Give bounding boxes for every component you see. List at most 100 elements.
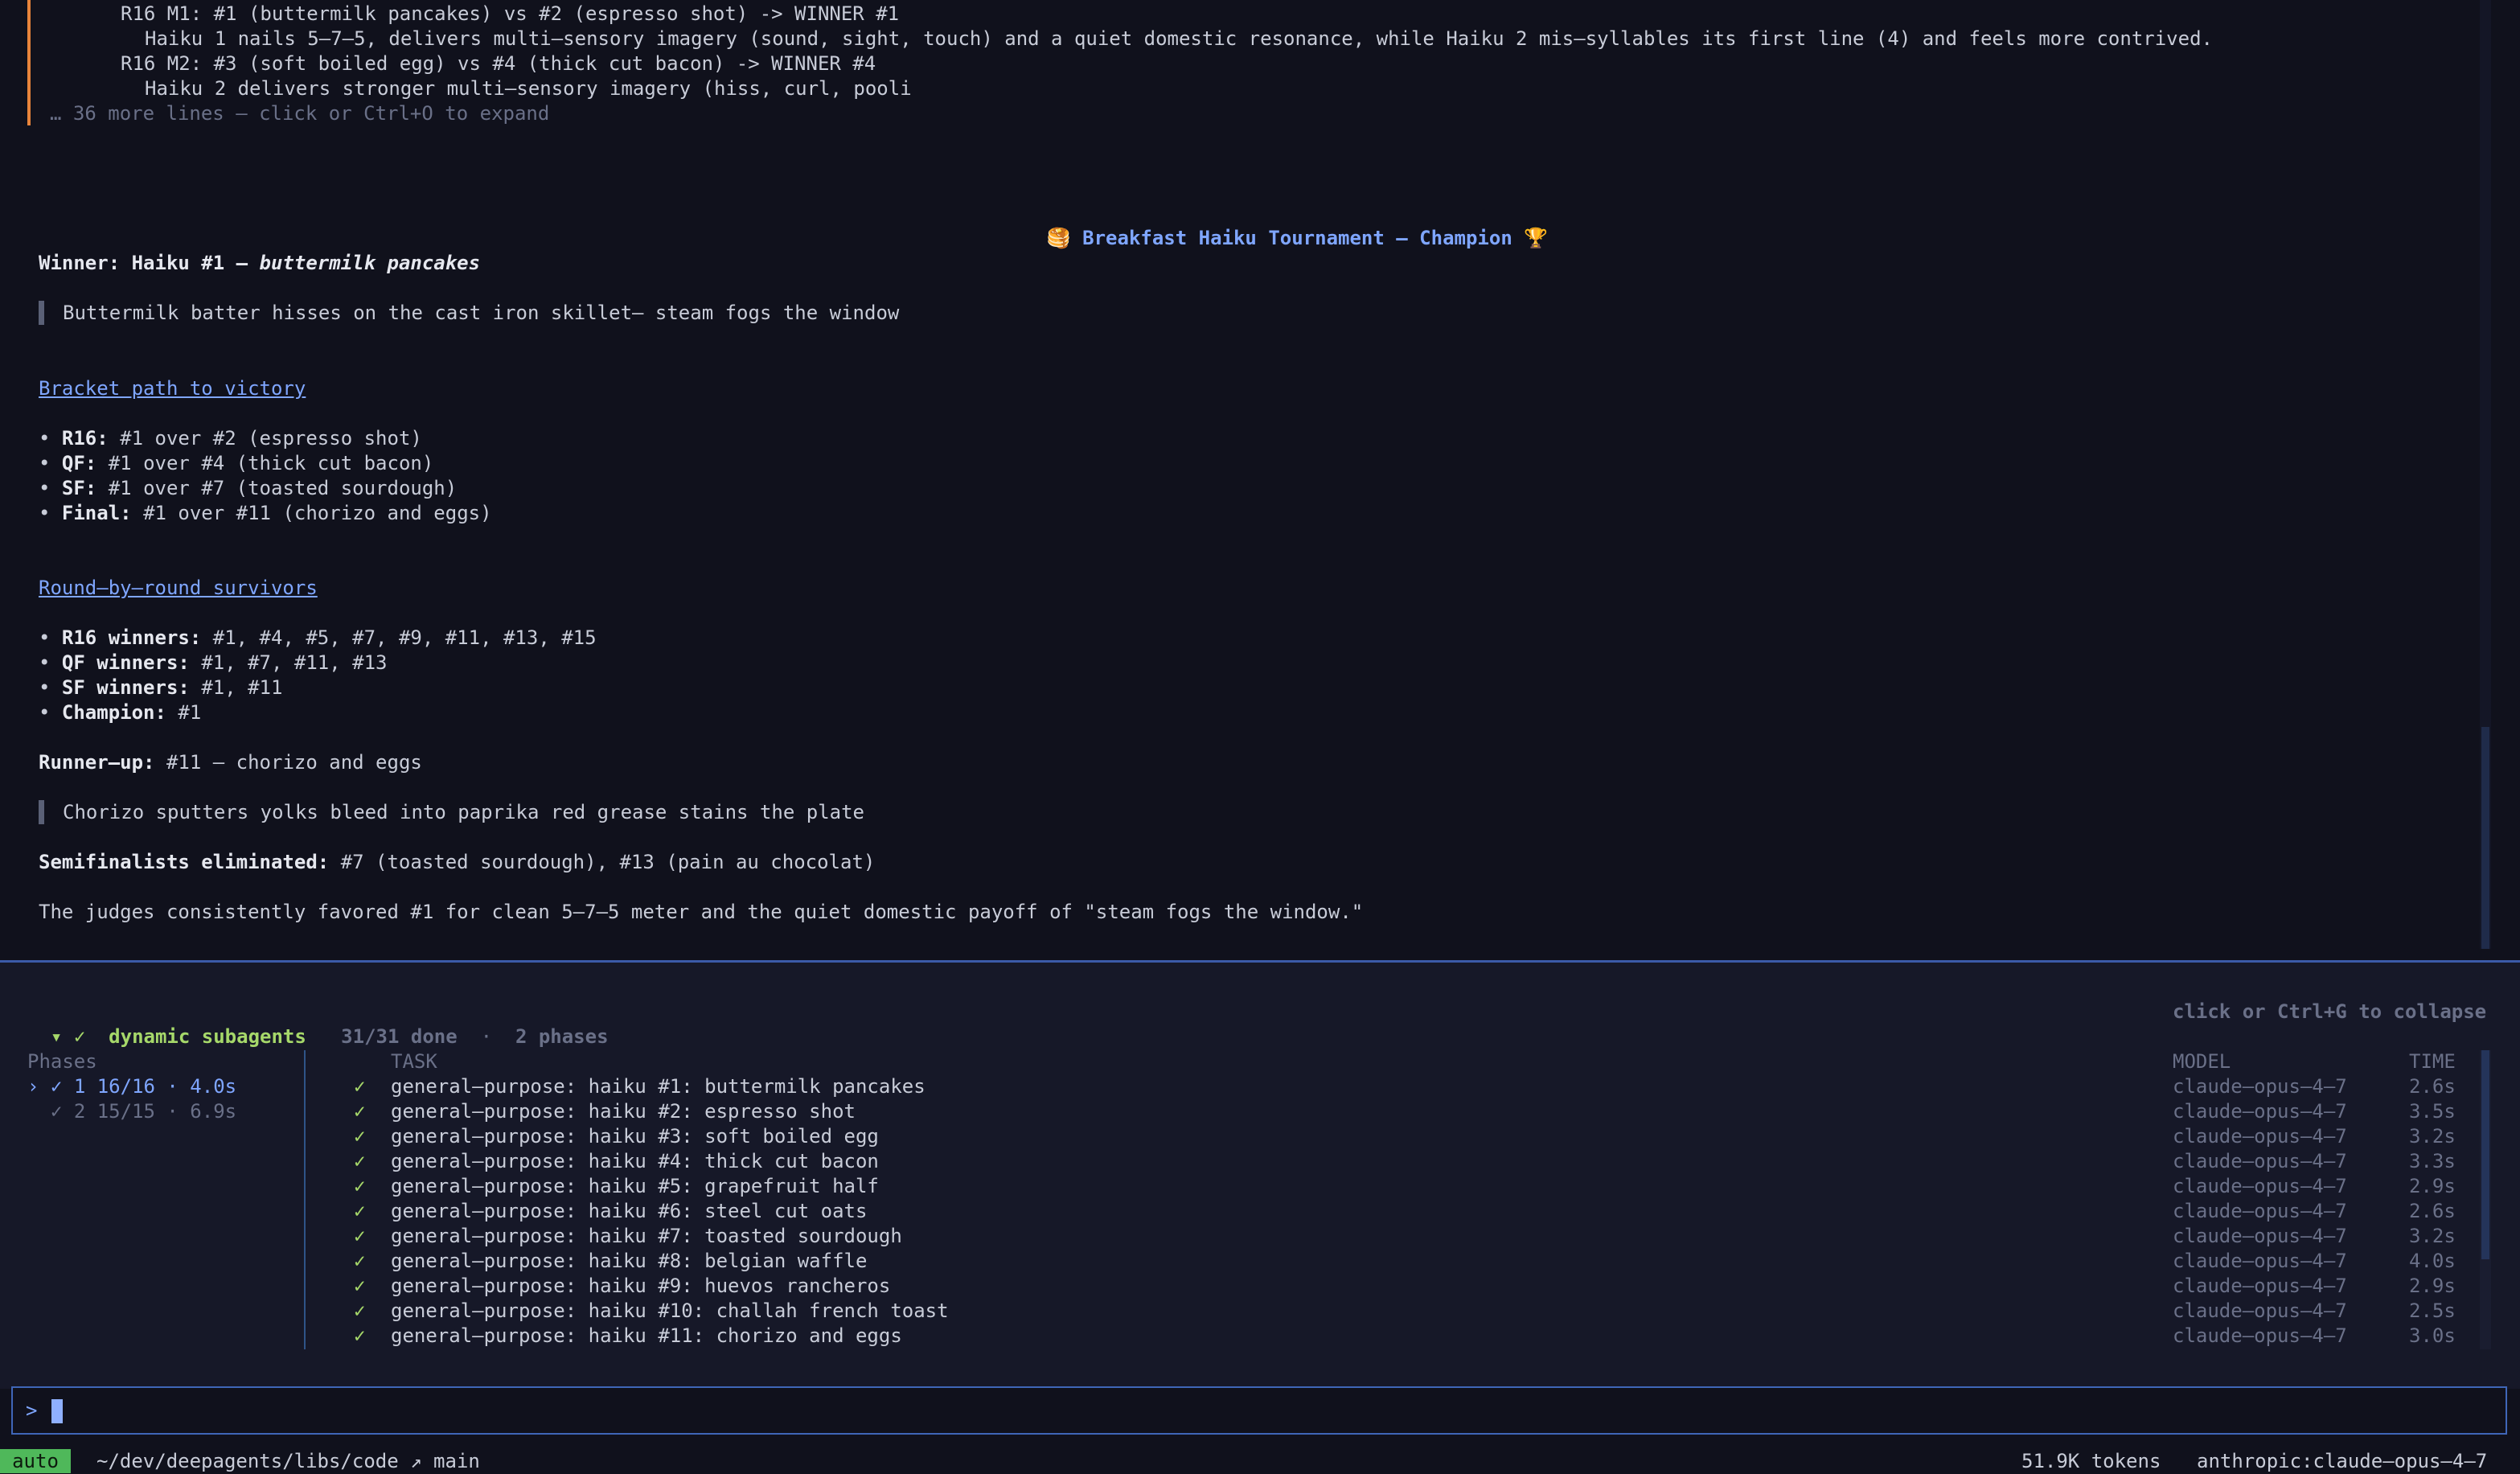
header-separator: · (480, 1025, 493, 1048)
check-icon: ✓ (354, 1225, 366, 1247)
task-name: general–purpose: haiku #7: toasted sourd… (391, 1225, 902, 1247)
task-time: 3.3s (2409, 1150, 2456, 1172)
task-time: 2.9s (2409, 1275, 2456, 1297)
winner-line: Winner: Haiku #1 — buttermilk pancakes (39, 251, 480, 276)
token-count: 51.9K tokens (2021, 1450, 2161, 1472)
task-name: general–purpose: haiku #10: challah fren… (391, 1300, 949, 1322)
text-cursor (51, 1399, 63, 1423)
task-model: claude–opus–4–7 (2173, 1200, 2347, 1222)
task-name: general–purpose: haiku #3: soft boiled e… (391, 1125, 879, 1148)
task-name: general–purpose: haiku #2: espresso shot (391, 1100, 856, 1123)
check-icon: ✓ (354, 1100, 366, 1123)
judge-line-1: R16 M1: #1 (buttermilk pancakes) vs #2 (… (121, 2, 900, 25)
panel-header[interactable]: ▾ ✓ dynamic subagents 31/31 done · 2 pha… (27, 1000, 609, 1049)
survivor-item: • Champion: #1 (39, 701, 202, 724)
task-model: claude–opus–4–7 (2173, 1250, 2347, 1272)
task-time: 4.0s (2409, 1250, 2456, 1272)
check-icon: ✓ (354, 1150, 366, 1172)
runner-up-haiku: Chorizo sputters yolks bleed into paprik… (63, 801, 864, 823)
task-time: 3.0s (2409, 1324, 2456, 1347)
column-header-task: TASK (391, 1050, 437, 1073)
task-name: general–purpose: haiku #8: belgian waffl… (391, 1250, 868, 1272)
transcript-scrollbar-thumb[interactable] (2481, 727, 2489, 949)
phases-heading: Phases (27, 1050, 97, 1073)
branch-icon: ↗ (410, 1450, 422, 1472)
column-header-model: MODEL (2173, 1050, 2231, 1073)
working-directory: ~/dev/deepagents/libs/code ↗ main (96, 1450, 480, 1472)
task-model: claude–opus–4–7 (2173, 1275, 2347, 1297)
semifinalists-line: Semifinalists eliminated: #7 (toasted so… (39, 851, 876, 873)
done-count: 31/31 done (341, 1025, 458, 1048)
transcript-pane[interactable]: R16 M1: #1 (buttermilk pancakes) vs #2 (… (0, 0, 2485, 949)
task-name: general–purpose: haiku #1: buttermilk pa… (391, 1075, 926, 1098)
selected-chevron-icon: › (27, 1075, 39, 1098)
judge-line-3: R16 M2: #3 (soft boiled egg) vs #4 (thic… (121, 52, 876, 75)
panel-title: dynamic subagents (109, 1025, 306, 1048)
survivor-item: • QF winners: #1, #7, #11, #13 (39, 651, 388, 674)
task-model: claude–opus–4–7 (2173, 1225, 2347, 1247)
winner-label: Winner: Haiku #1 — (39, 252, 248, 274)
winner-name: buttermilk pancakes (259, 252, 481, 274)
task-model: claude–opus–4–7 (2173, 1300, 2347, 1322)
judge-line-4: Haiku 2 delivers stronger multi–sensory … (145, 77, 912, 100)
expand-hint[interactable]: … 36 more lines — click or Ctrl+O to exp… (50, 101, 549, 126)
task-name: general–purpose: haiku #9: huevos ranche… (391, 1275, 891, 1297)
panel-scrollbar-thumb[interactable] (2481, 1050, 2489, 1259)
tool-output-bar (27, 0, 31, 125)
task-time: 2.9s (2409, 1175, 2456, 1197)
check-icon: ✓ (354, 1275, 366, 1297)
title-text: Breakfast Haiku Tournament — Champion (1082, 227, 1512, 249)
task-time: 3.2s (2409, 1225, 2456, 1247)
task-time: 2.6s (2409, 1075, 2456, 1098)
bracket-heading[interactable]: Bracket path to victory (39, 376, 306, 401)
winner-haiku: Buttermilk batter hisses on the cast iro… (63, 302, 900, 324)
bracket-item: • Final: #1 over #11 (chorizo and eggs) (39, 502, 492, 524)
phase-divider (304, 1050, 306, 1349)
check-icon: ✓ (354, 1200, 366, 1222)
survivors-heading[interactable]: Round–by–round survivors (39, 576, 318, 601)
champion-title: 🥞 Breakfast Haiku Tournament — Champion … (1000, 201, 1548, 276)
check-icon: ✓ (354, 1175, 366, 1197)
done-check-icon: ✓ (73, 1025, 86, 1048)
task-name: general–purpose: haiku #6: steel cut oat… (391, 1200, 868, 1222)
collapse-arrow-icon[interactable]: ▾ (51, 1025, 62, 1048)
prompt-input[interactable] (11, 1386, 2507, 1435)
bracket-item: • R16: #1 over #2 (espresso shot) (39, 427, 422, 450)
check-icon: ✓ (50, 1100, 63, 1123)
bracket-item: • SF: #1 over #7 (toasted sourdough) (39, 477, 458, 499)
phase-row-1[interactable]: › ✓ 1 16/16 · 4.0s (27, 1074, 236, 1099)
phase-row-2[interactable]: ✓ 2 15/15 · 6.9s (27, 1099, 236, 1124)
task-model: claude–opus–4–7 (2173, 1075, 2347, 1098)
closing-summary: The judges consistently favored #1 for c… (39, 901, 1364, 923)
column-header-time: TIME (2409, 1050, 2456, 1073)
task-model: claude–opus–4–7 (2173, 1175, 2347, 1197)
check-icon: ✓ (354, 1324, 366, 1347)
task-name: general–purpose: haiku #4: thick cut bac… (391, 1150, 879, 1172)
task-time: 3.2s (2409, 1125, 2456, 1148)
check-icon: ✓ (354, 1300, 366, 1322)
check-icon: ✓ (354, 1125, 366, 1148)
bracket-item: • QF: #1 over #4 (thick cut bacon) (39, 452, 434, 474)
prompt-symbol: > (26, 1399, 38, 1422)
task-name: general–purpose: haiku #11: chorizo and … (391, 1324, 902, 1347)
collapse-hint[interactable]: click or Ctrl+G to collapse (2173, 1000, 2486, 1024)
mode-badge[interactable]: auto (0, 1449, 71, 1473)
check-icon: ✓ (50, 1075, 63, 1098)
quote-bar (39, 301, 44, 325)
judge-line-2: Haiku 1 nails 5–7–5, delivers multi–sens… (145, 27, 2213, 50)
trophy-icon: 🏆 (1524, 227, 1549, 249)
model-name: anthropic:claude–opus–4–7 (2197, 1450, 2488, 1472)
task-model: claude–opus–4–7 (2173, 1125, 2347, 1148)
task-time: 2.6s (2409, 1200, 2456, 1222)
check-icon: ✓ (354, 1075, 366, 1098)
task-model: claude–opus–4–7 (2173, 1150, 2347, 1172)
task-model: claude–opus–4–7 (2173, 1324, 2347, 1347)
task-name: general–purpose: haiku #5: grapefruit ha… (391, 1175, 879, 1197)
task-time: 2.5s (2409, 1300, 2456, 1322)
phase-count: 2 phases (515, 1025, 609, 1048)
quote-bar (39, 800, 44, 824)
task-model: claude–opus–4–7 (2173, 1100, 2347, 1123)
survivor-item: • SF winners: #1, #11 (39, 676, 283, 699)
survivor-item: • R16 winners: #1, #4, #5, #7, #9, #11, … (39, 626, 597, 649)
task-time: 3.5s (2409, 1100, 2456, 1123)
